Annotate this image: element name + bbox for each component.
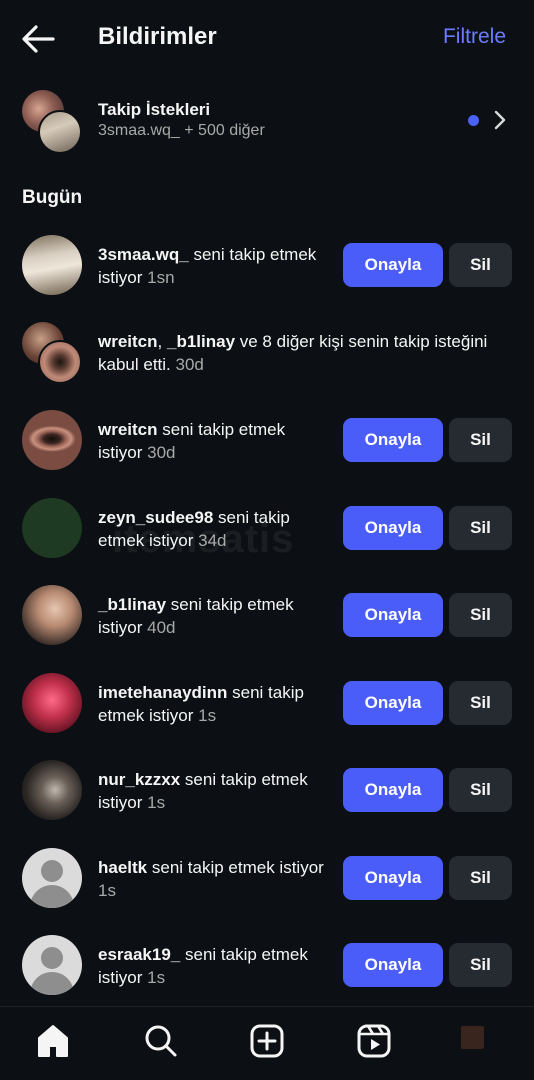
notification-text: haeltk seni takip etmek istiyor 1s <box>98 856 334 902</box>
separator: , <box>157 332 167 351</box>
username[interactable]: nur_kzzxx <box>98 770 180 789</box>
delete-button[interactable]: Sil <box>449 768 512 812</box>
username[interactable]: _b1linay <box>167 332 235 351</box>
approve-button[interactable]: Onayla <box>343 593 443 637</box>
avatar[interactable] <box>22 498 82 558</box>
notification-text: nur_kzzxx seni takip etmek istiyor 1s <box>98 768 334 814</box>
home-icon[interactable] <box>35 1023 71 1059</box>
timestamp: 34d <box>198 531 227 550</box>
avatar[interactable] <box>22 322 84 384</box>
timestamp: 1s <box>147 968 166 987</box>
timestamp: 30d <box>147 443 176 462</box>
timestamp: 1s <box>198 706 217 725</box>
page-title: Bildirimler <box>98 23 217 50</box>
follow-requests-title: Takip İstekleri <box>98 100 211 119</box>
list-item: _b1linay seni takip etmek istiyor 40d On… <box>0 575 534 655</box>
username[interactable]: wreitcn <box>98 420 158 439</box>
delete-button[interactable]: Sil <box>449 943 512 987</box>
delete-button[interactable]: Sil <box>449 506 512 550</box>
username[interactable]: _b1linay <box>98 595 166 614</box>
delete-button[interactable]: Sil <box>449 593 512 637</box>
username[interactable]: imetehanaydinn <box>98 683 227 702</box>
default-avatar-icon[interactable] <box>22 848 82 908</box>
avatar[interactable] <box>22 410 82 470</box>
notification-text: imetehanaydinn seni takip etmek istiyor … <box>98 681 334 727</box>
avatar <box>38 110 82 154</box>
approve-button[interactable]: Onayla <box>343 506 443 550</box>
delete-button[interactable]: Sil <box>449 681 512 725</box>
timestamp: 30d <box>175 355 204 374</box>
notification-text: 3smaa.wq_ seni takip etmek istiyor 1sn <box>98 243 334 289</box>
follow-requests-row[interactable]: Takip İstekleri 3smaa.wq_ + 500 diğer <box>0 84 534 156</box>
notification-text: esraak19_ seni takip etmek istiyor 1s <box>98 943 334 989</box>
avatar <box>38 340 82 384</box>
username[interactable]: haeltk <box>98 858 147 877</box>
unread-dot <box>468 115 479 126</box>
list-item: nur_kzzxx seni takip etmek istiyor 1s On… <box>0 750 534 830</box>
list-item: esraak19_ seni takip etmek istiyor 1s On… <box>0 925 534 1005</box>
list-item: zeyn_sudee98 seni takip etmek istiyor 34… <box>0 488 534 568</box>
follow-requests-subtitle: 3smaa.wq_ + 500 diğer <box>98 122 265 139</box>
approve-button[interactable]: Onayla <box>343 943 443 987</box>
list-item: imetehanaydinn seni takip etmek istiyor … <box>0 663 534 743</box>
back-arrow-icon[interactable] <box>20 22 56 56</box>
approve-button[interactable]: Onayla <box>343 243 443 287</box>
avatar[interactable] <box>22 235 82 295</box>
chevron-right-icon <box>492 109 508 131</box>
list-item: wreitcn, _b1linay ve 8 diğer kişi senin … <box>0 313 534 393</box>
message: seni takip etmek istiyor <box>147 858 324 877</box>
delete-button[interactable]: Sil <box>449 856 512 900</box>
approve-button[interactable]: Onayla <box>343 418 443 462</box>
create-post-icon[interactable] <box>249 1023 285 1059</box>
approve-button[interactable]: Onayla <box>343 768 443 812</box>
avatar[interactable] <box>22 760 82 820</box>
bottom-nav <box>0 1006 534 1080</box>
search-icon[interactable] <box>142 1023 178 1059</box>
username[interactable]: 3smaa.wq_ <box>98 245 189 264</box>
follow-requests-avatars <box>22 90 84 154</box>
notification-text: zeyn_sudee98 seni takip etmek istiyor 34… <box>98 506 334 552</box>
approve-button[interactable]: Onayla <box>343 856 443 900</box>
username[interactable]: wreitcn <box>98 332 158 351</box>
username[interactable]: zeyn_sudee98 <box>98 508 213 527</box>
notification-text: wreitcn, _b1linay ve 8 diğer kişi senin … <box>98 330 518 376</box>
delete-button[interactable]: Sil <box>449 243 512 287</box>
delete-button[interactable]: Sil <box>449 418 512 462</box>
timestamp: 40d <box>147 618 176 637</box>
list-item: wreitcn seni takip etmek istiyor 30d Ona… <box>0 400 534 480</box>
timestamp: 1sn <box>147 268 175 287</box>
list-item: 3smaa.wq_ seni takip etmek istiyor 1sn O… <box>0 225 534 305</box>
header: Bildirimler Filtrele <box>0 0 534 78</box>
reels-icon[interactable] <box>356 1023 392 1059</box>
notification-text: _b1linay seni takip etmek istiyor 40d <box>98 593 334 639</box>
notification-text: wreitcn seni takip etmek istiyor 30d <box>98 418 334 464</box>
list-item: haeltk seni takip etmek istiyor 1s Onayl… <box>0 838 534 918</box>
default-avatar-icon[interactable] <box>22 935 82 995</box>
profile-avatar[interactable] <box>461 1026 484 1049</box>
username[interactable]: esraak19_ <box>98 945 180 964</box>
avatar[interactable] <box>22 673 82 733</box>
avatar[interactable] <box>22 585 82 645</box>
timestamp: 1s <box>147 793 166 812</box>
approve-button[interactable]: Onayla <box>343 681 443 725</box>
section-title-today: Bugün <box>22 187 83 208</box>
timestamp: 1s <box>98 881 116 900</box>
filter-button[interactable]: Filtrele <box>443 25 506 49</box>
